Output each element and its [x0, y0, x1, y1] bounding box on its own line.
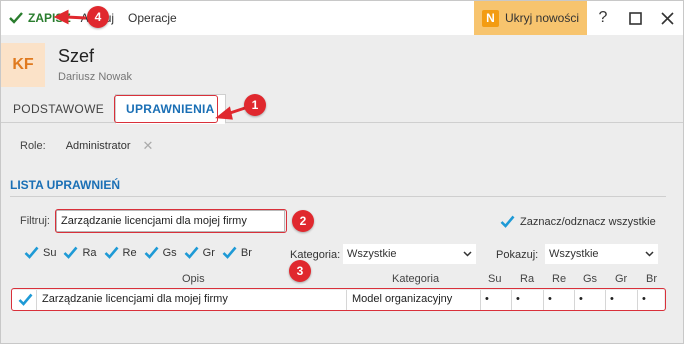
close-button[interactable]: [651, 1, 683, 35]
column-header-gr[interactable]: Gr: [615, 273, 627, 285]
table-row[interactable]: Zarządzanie licencjami dla mojej firmy M…: [12, 290, 664, 310]
save-button[interactable]: ZAPISZ: [1, 1, 75, 35]
tab-basic[interactable]: PODSTAWOWE: [3, 94, 114, 123]
cell-divider: [637, 290, 638, 310]
row-category: Model organizacyjny: [352, 293, 453, 305]
row-description: Zarządzanie licencjami dla mojej firmy: [42, 293, 228, 305]
operations-label: Operacje: [128, 11, 177, 25]
flag-label: Gs: [162, 246, 177, 259]
role-value[interactable]: Administrator: [66, 140, 131, 152]
help-icon: ?: [598, 9, 608, 26]
column-header-br[interactable]: Br: [646, 273, 657, 285]
row-flag-gr: •: [610, 293, 614, 305]
clear-role-icon[interactable]: ✕: [142, 138, 153, 154]
show-value: Wszystkie: [549, 248, 599, 260]
cell-divider: [605, 290, 606, 310]
role-label: Role:: [20, 140, 46, 152]
operations-menu[interactable]: Operacje: [124, 1, 181, 35]
help-button[interactable]: ?: [587, 1, 619, 35]
show-label: Pokazuj:: [496, 249, 539, 261]
cell-divider: [480, 290, 481, 310]
permission-flags: Su Ra Re Gs Gr Br: [24, 245, 259, 260]
checkbox-check-icon: [24, 245, 39, 260]
show-select[interactable]: Wszystkie: [545, 244, 658, 264]
column-header-su[interactable]: Su: [488, 273, 501, 285]
column-header-description[interactable]: Opis: [182, 273, 205, 285]
select-all-label: Zaznacz/odznacz wszystkie: [520, 215, 656, 228]
flag-label: Re: [122, 246, 137, 259]
filter-label: Filtruj:: [20, 215, 50, 227]
close-icon: [660, 11, 674, 25]
select-all-checkbox[interactable]: Zaznacz/odznacz wszystkie: [500, 214, 656, 229]
hide-news-label: Ukryj nowości: [504, 11, 579, 25]
record-header: KF Szef Dariusz Nowak: [1, 35, 683, 93]
flag-br-checkbox[interactable]: Br: [222, 245, 252, 260]
annotation-badge-1: 1: [244, 94, 266, 116]
row-checkbox[interactable]: [18, 292, 33, 307]
maximize-button[interactable]: [619, 1, 651, 35]
flag-re-checkbox[interactable]: Re: [104, 245, 137, 260]
window-controls: N Ukryj nowości ?: [473, 1, 683, 35]
column-header-gs[interactable]: Gs: [583, 273, 597, 285]
checkbox-check-icon: [144, 245, 159, 260]
section-title: LISTA UPRAWNIEŃ: [10, 178, 120, 192]
annotation-badge-2: 2: [292, 210, 314, 232]
column-header-category[interactable]: Kategoria: [392, 273, 439, 285]
checkbox-check-icon: [184, 245, 199, 260]
avatar: KF: [1, 43, 45, 87]
flag-su-checkbox[interactable]: Su: [24, 245, 56, 260]
flag-gs-checkbox[interactable]: Gs: [144, 245, 177, 260]
tab-permissions[interactable]: UPRAWNIENIA: [115, 94, 226, 124]
row-flag-ra: •: [516, 293, 520, 305]
section-divider: [10, 196, 666, 197]
checkbox-check-icon: [500, 214, 515, 229]
flag-gr-checkbox[interactable]: Gr: [184, 245, 215, 260]
check-icon: [9, 12, 23, 24]
row-flag-gs: •: [579, 293, 583, 305]
category-select[interactable]: Wszystkie: [343, 244, 476, 264]
category-value: Wszystkie: [347, 248, 397, 260]
cell-divider: [36, 290, 37, 310]
flag-label: Ra: [82, 246, 97, 259]
cell-divider: [511, 290, 512, 310]
news-badge-icon: N: [481, 9, 499, 27]
flag-label: Gr: [202, 246, 215, 259]
save-label: ZAPISZ: [28, 11, 71, 25]
annotation-badge-4: 4: [87, 6, 109, 28]
cell-divider: [574, 290, 575, 310]
flag-ra-checkbox[interactable]: Ra: [63, 245, 97, 260]
tab-bar: PODSTAWOWE UPRAWNIENIA: [1, 94, 683, 124]
cell-divider: [346, 290, 347, 310]
column-header-ra[interactable]: Ra: [520, 273, 534, 285]
checkbox-check-icon: [104, 245, 119, 260]
grid-header: Opis Kategoria Su Ra Re Gs Gr Br: [12, 272, 664, 288]
maximize-icon: [628, 11, 642, 25]
flag-label: Br: [240, 246, 252, 259]
flag-label: Su: [43, 246, 57, 259]
row-flag-su: •: [485, 293, 489, 305]
row-flag-re: •: [548, 293, 552, 305]
page-subtitle: Dariusz Nowak: [58, 71, 132, 83]
column-header-re[interactable]: Re: [552, 273, 566, 285]
chevron-down-icon: [645, 251, 654, 257]
page-title: Szef: [58, 46, 95, 66]
annotation-badge-3: 3: [289, 260, 311, 282]
row-flag-br: •: [642, 293, 646, 305]
hide-news-button[interactable]: N Ukryj nowości: [473, 1, 587, 35]
chevron-down-icon: [463, 251, 472, 257]
cell-divider: [543, 290, 544, 310]
checkbox-check-icon: [63, 245, 78, 260]
role-row: Role: Administrator ✕: [20, 138, 153, 154]
checkbox-check-icon: [222, 245, 237, 260]
filter-input[interactable]: [56, 210, 285, 232]
